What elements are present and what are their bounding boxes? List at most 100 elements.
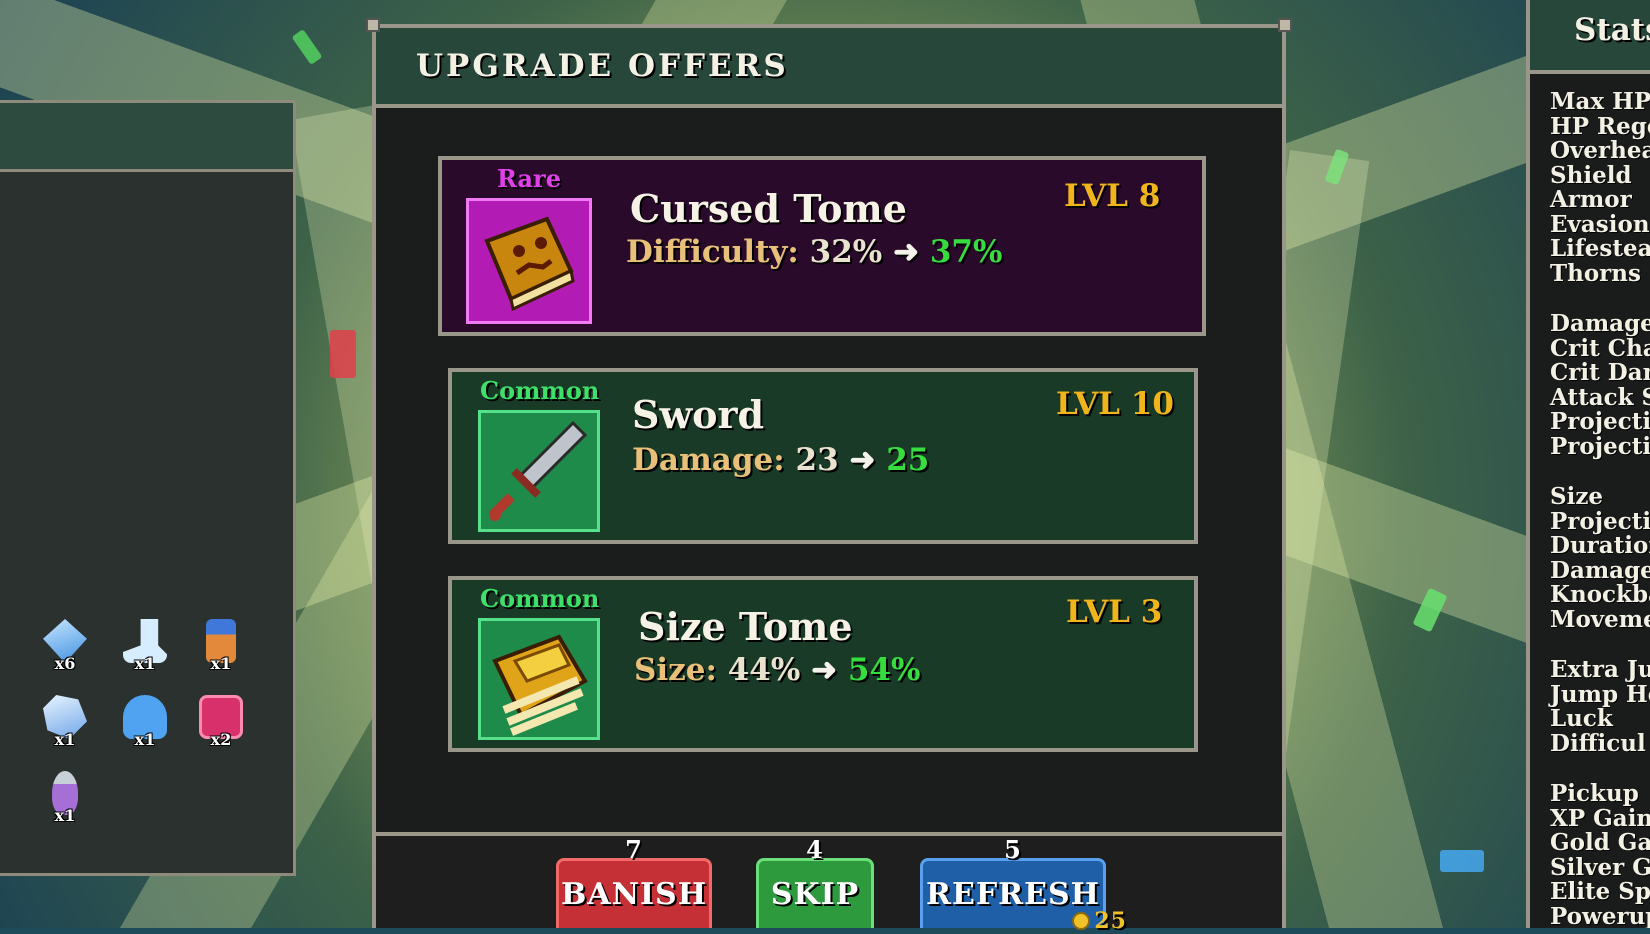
panel-corner — [1278, 18, 1292, 32]
stat-row: Projectil — [1550, 507, 1650, 535]
inventory-count: x1 — [54, 730, 76, 749]
sword-icon — [478, 410, 600, 532]
offer-name: Cursed Tome — [630, 186, 907, 231]
upgrade-offers-panel: UPGRADE OFFERS Rare Cursed Tome LVL 8 Di… — [366, 18, 1292, 934]
refresh-button[interactable]: 5 REFRESH 25 — [920, 835, 1126, 934]
upgrade-offers-header: UPGRADE OFFERS — [376, 28, 1282, 108]
stat-row: Size — [1550, 483, 1604, 510]
stat-row: Projectil — [1550, 432, 1650, 460]
inventory-panel: x6 x1 x1 x1 x1 x2 x1 — [0, 100, 296, 876]
stat-old-value: 44% — [727, 652, 801, 688]
stat-old-value: 23 — [795, 442, 839, 478]
arrow-right-icon: ➜ — [849, 442, 876, 478]
stat-row: Crit Cha — [1550, 334, 1650, 362]
skip-button[interactable]: 4 SKIP — [756, 835, 874, 928]
stat-row: Armor — [1550, 186, 1632, 213]
stat-row: Lifestea — [1550, 235, 1650, 262]
stat-row: Projectil — [1550, 408, 1650, 435]
stat-row: Damage — [1550, 556, 1650, 584]
inventory-item[interactable]: x1 — [36, 691, 94, 749]
offer-stat-change: Difficulty: 32% ➜ 37% — [626, 234, 1002, 270]
stat-row: Elite Sp — [1550, 878, 1650, 905]
stat-old-value: 32% — [809, 234, 883, 270]
inventory-count: x2 — [210, 730, 232, 749]
stat-row: XP Gain — [1550, 804, 1650, 832]
offer-name: Size Tome — [638, 604, 853, 649]
stat-new-value: 25 — [886, 442, 930, 478]
refresh-cost-value: 25 — [1094, 908, 1127, 934]
stat-row: Gold Gai — [1550, 829, 1650, 856]
rarity-label: Common — [480, 376, 600, 405]
panel-title: UPGRADE OFFERS — [416, 48, 789, 84]
action-bar: 7 BANISH 4 SKIP 5 REFRESH 25 — [376, 832, 1282, 934]
stats-title: Stats — [1574, 12, 1650, 48]
stats-panel-header: Stats — [1530, 0, 1650, 74]
offer-stat-change: Size: 44% ➜ 54% — [634, 652, 921, 688]
inventory-item[interactable]: x1 — [36, 767, 94, 825]
banish-count: 7 — [625, 835, 643, 864]
stat-row: Moveme — [1550, 605, 1650, 633]
inventory-count: x1 — [134, 730, 156, 749]
sword-icon — [489, 420, 588, 521]
stat-label: Size: — [634, 652, 717, 688]
rarity-label: Common — [480, 584, 600, 613]
arrow-right-icon: ➜ — [893, 234, 920, 270]
stat-row: Knockba — [1550, 581, 1650, 608]
stat-row: Powerup — [1550, 902, 1650, 929]
stat-row: Duration — [1550, 532, 1650, 559]
rarity-label: Rare — [497, 164, 561, 193]
size-tome-icon — [478, 618, 600, 740]
offer-card-size-tome[interactable]: Common Size Tome LVL 3 Size: 44% ➜ 54% — [448, 576, 1198, 752]
offer-level: LVL 8 — [1064, 178, 1161, 214]
arrow-right-icon: ➜ — [811, 652, 838, 688]
skip-label: SKIP — [770, 877, 860, 912]
stat-row: HP Rege — [1550, 112, 1650, 140]
stats-panel: Stats Max HPHP RegeOverheaShieldArmorEva… — [1526, 0, 1650, 928]
gold-coin-icon — [1072, 912, 1091, 930]
offer-stat-change: Damage: 23 ➜ 25 — [632, 442, 929, 478]
refresh-cost: 25 — [1072, 908, 1127, 934]
inventory-count: x1 — [54, 806, 76, 825]
stat-row: Silver G — [1550, 853, 1650, 881]
inventory-count: x1 — [134, 654, 156, 673]
stat-row: Pickup — [1550, 780, 1639, 807]
banish-label: BANISH — [560, 877, 708, 912]
red-gem-icon — [330, 330, 356, 378]
cursed-tome-icon — [484, 216, 575, 312]
stat-row: Thorns — [1550, 259, 1641, 287]
stat-row: Crit Dan — [1550, 359, 1650, 386]
stat-label: Damage: — [632, 442, 785, 478]
inventory-item[interactable]: x1 — [116, 691, 174, 749]
stat-row: Jump He — [1550, 680, 1650, 708]
inventory-panel-header — [0, 103, 293, 172]
stat-row: Overhea — [1550, 137, 1650, 164]
stat-row: Luck — [1550, 705, 1613, 732]
refresh-count: 5 — [1004, 835, 1022, 864]
skip-count: 4 — [806, 835, 824, 864]
stat-row: Shield — [1550, 161, 1632, 189]
inventory-count: x6 — [54, 654, 76, 673]
offer-name: Sword — [632, 392, 765, 437]
stat-row: Evasion — [1550, 210, 1650, 238]
blue-gem-icon — [1440, 850, 1484, 872]
stat-row: Difficul — [1550, 729, 1646, 757]
offer-level: LVL 10 — [1056, 386, 1174, 422]
offer-card-cursed-tome[interactable]: Rare Cursed Tome LVL 8 Difficulty: 32% ➜… — [438, 156, 1206, 336]
inventory-item[interactable]: x1 — [192, 615, 250, 673]
inventory-item[interactable]: x6 — [36, 615, 94, 673]
inventory-count: x1 — [210, 654, 232, 673]
offer-card-sword[interactable]: Common Sword LVL 10 Damage: 23 ➜ 25 — [448, 368, 1198, 544]
stat-row: Extra Ju — [1550, 656, 1650, 683]
panel-corner — [366, 18, 380, 32]
inventory-item[interactable]: x1 — [116, 615, 174, 673]
cursed-tome-icon — [466, 198, 592, 324]
stat-new-value: 54% — [847, 652, 921, 688]
offer-level: LVL 3 — [1066, 594, 1163, 630]
refresh-label: REFRESH — [926, 877, 1100, 912]
stat-new-value: 37% — [929, 234, 1003, 270]
inventory-item[interactable]: x2 — [192, 691, 250, 749]
stat-row: Attack S — [1550, 383, 1650, 411]
size-tome-icon — [492, 634, 588, 736]
banish-button[interactable]: 7 BANISH — [556, 835, 712, 928]
stat-row: Max HP — [1550, 88, 1650, 115]
